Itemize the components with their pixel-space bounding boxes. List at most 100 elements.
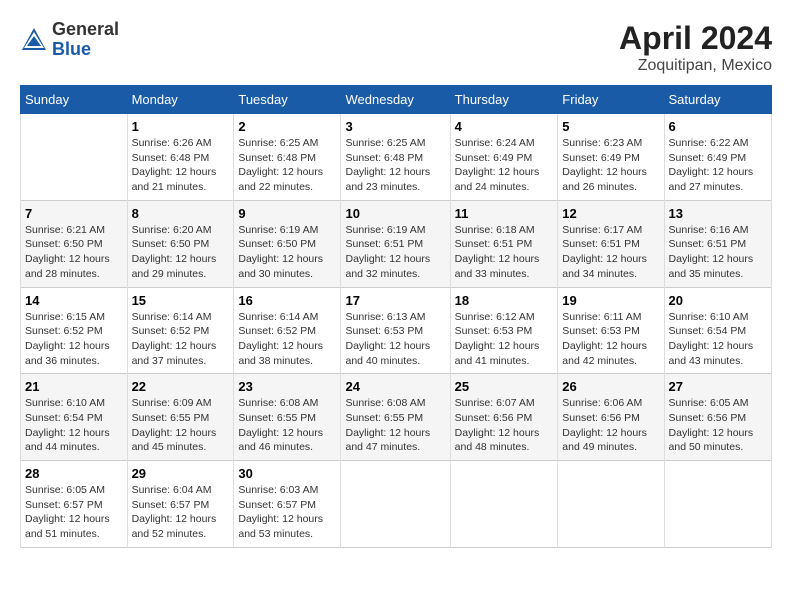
day-info: Sunrise: 6:07 AM Sunset: 6:56 PM Dayligh… <box>455 396 554 455</box>
day-number: 7 <box>25 206 123 221</box>
calendar-cell: 5 Sunrise: 6:23 AM Sunset: 6:49 PM Daylig… <box>558 114 664 201</box>
calendar-cell: 22Sunrise: 6:09 AM Sunset: 6:55 PM Dayli… <box>127 374 234 461</box>
column-header-sunday: Sunday <box>21 86 128 114</box>
day-info: Sunrise: 6:05 AM Sunset: 6:57 PM Dayligh… <box>25 483 123 542</box>
calendar-cell <box>664 461 771 548</box>
calendar-table: SundayMondayTuesdayWednesdayThursdayFrid… <box>20 85 772 548</box>
day-number: 11 <box>455 206 554 221</box>
day-number: 13 <box>669 206 767 221</box>
day-info: Sunrise: 6:18 AM Sunset: 6:51 PM Dayligh… <box>455 223 554 282</box>
week-row-5: 28 Sunrise: 6:05 AM Sunset: 6:57 PM Dayli… <box>21 461 772 548</box>
column-header-friday: Friday <box>558 86 664 114</box>
calendar-cell: 3Sunrise: 6:25 AM Sunset: 6:48 PM Daylig… <box>341 114 450 201</box>
calendar-cell: 21Sunrise: 6:10 AM Sunset: 6:54 PM Dayli… <box>21 374 128 461</box>
calendar-cell <box>341 461 450 548</box>
day-number: 10 <box>345 206 445 221</box>
column-header-wednesday: Wednesday <box>341 86 450 114</box>
day-info: Sunrise: 6:13 AM Sunset: 6:53 PM Dayligh… <box>345 310 445 369</box>
calendar-cell <box>558 461 664 548</box>
day-number: 5 <box>562 119 659 134</box>
day-number: 9 <box>238 206 336 221</box>
day-number: 23 <box>238 379 336 394</box>
day-number: 27 <box>669 379 767 394</box>
day-number: 28 <box>25 466 123 481</box>
day-info: Sunrise: 6:17 AM Sunset: 6:51 PM Dayligh… <box>562 223 659 282</box>
location: Zoquitipan, Mexico <box>619 57 772 75</box>
calendar-cell: 9 Sunrise: 6:19 AM Sunset: 6:50 PM Daylig… <box>234 200 341 287</box>
day-info: Sunrise: 6:06 AM Sunset: 6:56 PM Dayligh… <box>562 396 659 455</box>
day-info: Sunrise: 6:14 AM Sunset: 6:52 PM Dayligh… <box>238 310 336 369</box>
day-info: Sunrise: 6:05 AM Sunset: 6:56 PM Dayligh… <box>669 396 767 455</box>
logo-icon <box>20 26 48 54</box>
calendar-cell: 13 Sunrise: 6:16 AM Sunset: 6:51 PM Dayli… <box>664 200 771 287</box>
day-number: 26 <box>562 379 659 394</box>
calendar-cell: 18 Sunrise: 6:12 AM Sunset: 6:53 PM Dayli… <box>450 287 558 374</box>
calendar-cell: 24 Sunrise: 6:08 AM Sunset: 6:55 PM Dayli… <box>341 374 450 461</box>
day-info: Sunrise: 6:12 AM Sunset: 6:53 PM Dayligh… <box>455 310 554 369</box>
day-number: 16 <box>238 293 336 308</box>
calendar-cell: 14 Sunrise: 6:15 AM Sunset: 6:52 PM Dayli… <box>21 287 128 374</box>
calendar-cell <box>450 461 558 548</box>
column-header-monday: Monday <box>127 86 234 114</box>
day-number: 19 <box>562 293 659 308</box>
day-number: 6 <box>669 119 767 134</box>
calendar-cell: 1Sunrise: 6:26 AM Sunset: 6:48 PM Daylig… <box>127 114 234 201</box>
calendar-cell: 10 Sunrise: 6:19 AM Sunset: 6:51 PM Dayli… <box>341 200 450 287</box>
column-header-tuesday: Tuesday <box>234 86 341 114</box>
day-number: 18 <box>455 293 554 308</box>
calendar-cell: 11 Sunrise: 6:18 AM Sunset: 6:51 PM Dayli… <box>450 200 558 287</box>
day-number: 15 <box>132 293 230 308</box>
day-info: Sunrise: 6:10 AM Sunset: 6:54 PM Dayligh… <box>25 396 123 455</box>
day-info: Sunrise: 6:19 AM Sunset: 6:51 PM Dayligh… <box>345 223 445 282</box>
calendar-cell: 30 Sunrise: 6:03 AM Sunset: 6:57 PM Dayli… <box>234 461 341 548</box>
day-number: 20 <box>669 293 767 308</box>
calendar-cell: 29Sunrise: 6:04 AM Sunset: 6:57 PM Dayli… <box>127 461 234 548</box>
day-number: 4 <box>455 119 554 134</box>
calendar-cell: 17Sunrise: 6:13 AM Sunset: 6:53 PM Dayli… <box>341 287 450 374</box>
day-number: 1 <box>132 119 230 134</box>
calendar-cell: 6Sunrise: 6:22 AM Sunset: 6:49 PM Daylig… <box>664 114 771 201</box>
day-info: Sunrise: 6:11 AM Sunset: 6:53 PM Dayligh… <box>562 310 659 369</box>
week-row-4: 21Sunrise: 6:10 AM Sunset: 6:54 PM Dayli… <box>21 374 772 461</box>
day-number: 8 <box>132 206 230 221</box>
calendar-cell: 15Sunrise: 6:14 AM Sunset: 6:52 PM Dayli… <box>127 287 234 374</box>
calendar-cell: 19 Sunrise: 6:11 AM Sunset: 6:53 PM Dayli… <box>558 287 664 374</box>
day-number: 30 <box>238 466 336 481</box>
day-number: 12 <box>562 206 659 221</box>
day-info: Sunrise: 6:03 AM Sunset: 6:57 PM Dayligh… <box>238 483 336 542</box>
logo-general-text: General <box>52 20 119 40</box>
day-number: 24 <box>345 379 445 394</box>
day-info: Sunrise: 6:04 AM Sunset: 6:57 PM Dayligh… <box>132 483 230 542</box>
day-info: Sunrise: 6:21 AM Sunset: 6:50 PM Dayligh… <box>25 223 123 282</box>
day-number: 2 <box>238 119 336 134</box>
calendar-cell: 27 Sunrise: 6:05 AM Sunset: 6:56 PM Dayli… <box>664 374 771 461</box>
day-number: 22 <box>132 379 230 394</box>
calendar-cell: 25 Sunrise: 6:07 AM Sunset: 6:56 PM Dayli… <box>450 374 558 461</box>
day-info: Sunrise: 6:08 AM Sunset: 6:55 PM Dayligh… <box>238 396 336 455</box>
calendar-cell: 4Sunrise: 6:24 AM Sunset: 6:49 PM Daylig… <box>450 114 558 201</box>
day-info: Sunrise: 6:16 AM Sunset: 6:51 PM Dayligh… <box>669 223 767 282</box>
day-info: Sunrise: 6:08 AM Sunset: 6:55 PM Dayligh… <box>345 396 445 455</box>
logo: General Blue <box>20 20 119 60</box>
column-headers: SundayMondayTuesdayWednesdayThursdayFrid… <box>21 86 772 114</box>
day-info: Sunrise: 6:15 AM Sunset: 6:52 PM Dayligh… <box>25 310 123 369</box>
calendar-cell: 16 Sunrise: 6:14 AM Sunset: 6:52 PM Dayli… <box>234 287 341 374</box>
day-number: 25 <box>455 379 554 394</box>
calendar-cell: 26 Sunrise: 6:06 AM Sunset: 6:56 PM Dayli… <box>558 374 664 461</box>
week-row-2: 7 Sunrise: 6:21 AM Sunset: 6:50 PM Daylig… <box>21 200 772 287</box>
calendar-cell <box>21 114 128 201</box>
day-info: Sunrise: 6:25 AM Sunset: 6:48 PM Dayligh… <box>345 136 445 195</box>
calendar-cell: 7 Sunrise: 6:21 AM Sunset: 6:50 PM Daylig… <box>21 200 128 287</box>
day-info: Sunrise: 6:19 AM Sunset: 6:50 PM Dayligh… <box>238 223 336 282</box>
day-info: Sunrise: 6:23 AM Sunset: 6:49 PM Dayligh… <box>562 136 659 195</box>
calendar-cell: 23 Sunrise: 6:08 AM Sunset: 6:55 PM Dayli… <box>234 374 341 461</box>
page-header: General Blue April 2024 Zoquitipan, Mexi… <box>20 20 772 75</box>
calendar-cell: 28 Sunrise: 6:05 AM Sunset: 6:57 PM Dayli… <box>21 461 128 548</box>
calendar-cell: 8 Sunrise: 6:20 AM Sunset: 6:50 PM Daylig… <box>127 200 234 287</box>
month-title: April 2024 <box>619 20 772 57</box>
day-number: 14 <box>25 293 123 308</box>
calendar-cell: 20Sunrise: 6:10 AM Sunset: 6:54 PM Dayli… <box>664 287 771 374</box>
day-info: Sunrise: 6:20 AM Sunset: 6:50 PM Dayligh… <box>132 223 230 282</box>
calendar-cell: 12 Sunrise: 6:17 AM Sunset: 6:51 PM Dayli… <box>558 200 664 287</box>
day-info: Sunrise: 6:25 AM Sunset: 6:48 PM Dayligh… <box>238 136 336 195</box>
